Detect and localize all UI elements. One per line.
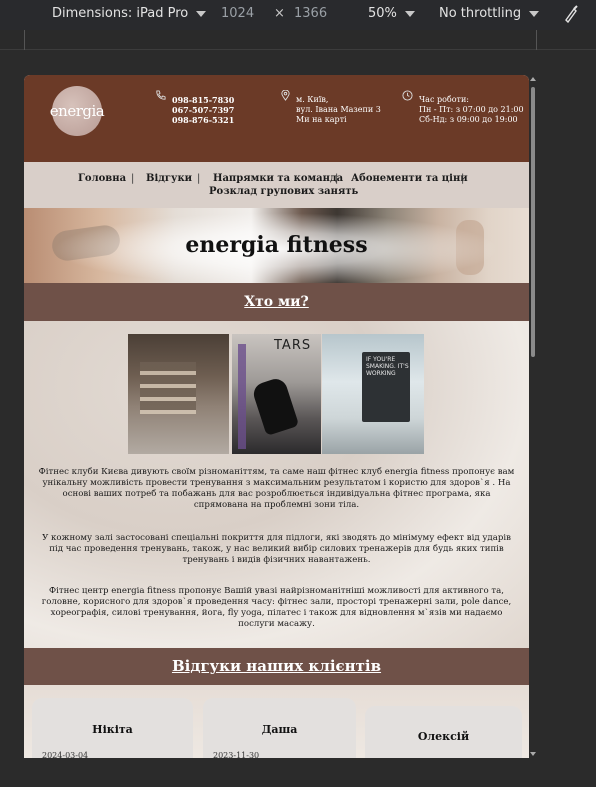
scroll-up-icon[interactable]	[530, 77, 536, 81]
address-street: вул. Івана Мазепи 3	[296, 105, 381, 114]
nav-separator: |	[131, 173, 135, 184]
phone-number[interactable]: 098-876-5321	[172, 115, 234, 125]
logo-text: energia	[49, 102, 105, 120]
review-card[interactable]: Даша 2023-11-30	[203, 698, 356, 758]
nav-item-directions-team[interactable]: Напрямки та команда	[213, 173, 343, 184]
phone-list: 098-815-7830 067-507-7397 098-876-5321	[172, 95, 234, 125]
equipment-shelf	[140, 362, 196, 414]
nav-item-schedule[interactable]: Розклад групових занять	[209, 186, 358, 197]
hero-banner: energia fitness	[24, 208, 529, 283]
scroll-thumb[interactable]	[531, 87, 535, 357]
device-dimensions-select[interactable]: Dimensions: iPad Pro	[52, 6, 207, 21]
devtools-toolbar: Dimensions: iPad Pro 1024 × 1366 50% No …	[0, 0, 596, 30]
hours-weekdays: Пн - Пт: з 07:00 до 21:00	[419, 105, 524, 114]
eyedropper-icon[interactable]	[563, 5, 579, 23]
nav-separator: |	[461, 173, 465, 184]
review-card[interactable]: Нікіта 2024-03-04	[32, 698, 193, 758]
device-viewport: energia 098-815-7830 067-507-7397 098-87…	[24, 75, 529, 758]
width-input[interactable]: 1024	[221, 6, 254, 21]
scroll-down-icon[interactable]	[530, 752, 536, 756]
nav-item-reviews[interactable]: Відгуки	[146, 173, 192, 184]
review-author: Олексій	[417, 730, 470, 743]
dimension-times: ×	[274, 6, 285, 21]
address-city: м. Київ,	[296, 95, 329, 104]
phone-number[interactable]: 067-507-7397	[172, 105, 234, 115]
phone-icon	[156, 90, 166, 100]
devtools-ruler	[0, 30, 596, 50]
gym-photo-fly-yoga: TARS	[232, 334, 321, 454]
throttling-select[interactable]: No throttling	[439, 6, 540, 21]
main-nav: Головна | Відгуки | Напрямки та команда …	[24, 162, 529, 208]
nav-item-memberships[interactable]: Абонементи та ціни	[351, 173, 468, 184]
hero-title: energia fitness	[185, 232, 368, 258]
review-date: 2024-03-04	[42, 751, 89, 758]
gym-photo-studio	[128, 334, 229, 454]
review-date: 2023-11-30	[213, 751, 260, 758]
viewport-scrollbar[interactable]	[529, 75, 537, 758]
hours-weekend: Сб-Нд: з 09:00 до 19:00	[419, 115, 518, 124]
phone-number[interactable]: 098-815-7830	[172, 95, 234, 105]
dimensions-label: Dimensions: iPad Pro	[52, 6, 189, 21]
hours-block: Час роботи: Пн - Пт: з 07:00 до 21:00 Сб…	[419, 95, 524, 125]
hours-title: Час роботи:	[419, 95, 469, 104]
yoga-hammock	[238, 344, 246, 449]
reviews-heading[interactable]: Відгуки наших клієнтів	[24, 648, 529, 685]
address-block: м. Київ, вул. Івана Мазепи 3 Ми на карті	[296, 95, 381, 125]
review-card[interactable]: Олексій	[365, 706, 522, 758]
nav-separator: |	[335, 173, 339, 184]
height-input[interactable]: 1366	[294, 6, 327, 21]
about-heading[interactable]: Хто ми?	[24, 283, 529, 321]
width-value: 1024	[221, 6, 255, 21]
about-paragraph: Фітнес центр energia fitness пропонує Ва…	[41, 586, 512, 629]
height-value: 1366	[294, 6, 328, 21]
logo[interactable]: energia	[49, 86, 105, 136]
throttling-value: No throttling	[439, 6, 522, 21]
poster-text: IF YOU'RE SMAKING. IT'S WORKING	[366, 356, 409, 377]
clock-icon	[402, 90, 413, 101]
gym-photo-pilates: IF YOU'RE SMAKING. IT'S WORKING	[322, 334, 424, 454]
nav-separator: |	[197, 173, 201, 184]
chevron-down-icon	[196, 10, 207, 17]
site-header: energia 098-815-7830 067-507-7397 098-87…	[24, 75, 529, 162]
about-section: TARS IF YOU'RE SMAKING. IT'S WORKING Фіт…	[24, 321, 529, 648]
zoom-select[interactable]: 50%	[368, 6, 415, 21]
location-pin-icon	[281, 90, 290, 101]
chevron-down-icon	[404, 10, 415, 17]
nav-item-home[interactable]: Головна	[78, 173, 126, 184]
chevron-down-icon	[529, 10, 540, 17]
review-author: Даша	[261, 723, 298, 736]
ruler-tick	[24, 30, 25, 50]
about-paragraph: Фітнес клуби Києва дивують своїм різнома…	[38, 467, 515, 510]
map-link[interactable]: Ми на карті	[296, 115, 381, 125]
athlete-figure	[250, 376, 300, 436]
zoom-value: 50%	[368, 6, 397, 21]
ruler-tick	[536, 30, 537, 50]
review-author: Нікіта	[92, 723, 133, 736]
times-symbol: ×	[274, 6, 285, 21]
photo-sign-text: TARS	[274, 338, 312, 353]
about-paragraph: У кожному залі застосовані спеціальні по…	[42, 533, 511, 565]
